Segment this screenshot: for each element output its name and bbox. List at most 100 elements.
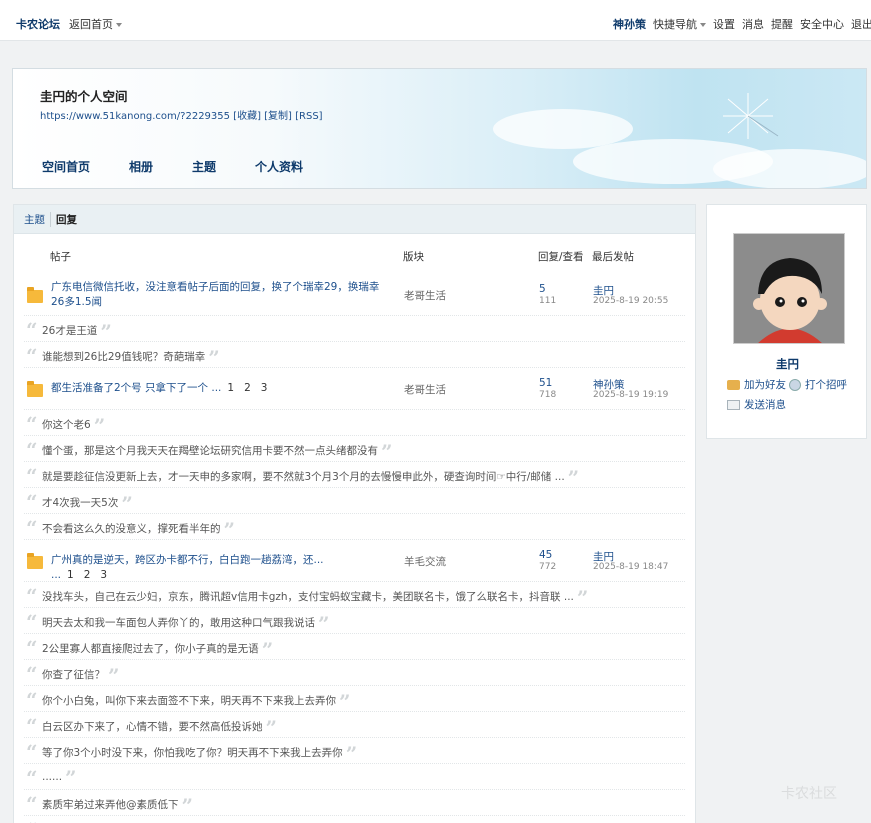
page-link[interactable]: 2: [84, 569, 91, 581]
page-link[interactable]: 3: [100, 569, 107, 581]
thread-subject: 都生活准备了2个号 只拿下了一个 ... 1 2 3: [51, 381, 391, 396]
reply-count[interactable]: 45: [539, 549, 552, 561]
page-link[interactable]: 3: [261, 382, 268, 394]
open-quote-icon: “: [26, 344, 38, 368]
profile-name[interactable]: 圭円: [707, 356, 868, 372]
forum-link[interactable]: 老哥生活: [404, 288, 446, 303]
reply-row: “你个小白兔，叫你下来去面签不下来，明天再不下来我上去弄你”: [24, 686, 685, 712]
close-quote-icon: ”: [65, 766, 77, 790]
security-center-link[interactable]: 安全中心: [800, 16, 844, 32]
open-quote-icon: “: [26, 766, 38, 790]
reply-quote-container: 没找车头，自己在云少妇，京东，腾讯超v信用卡gzh，支付宝蚂蚁宝藏卡，美团联名卡…: [42, 588, 588, 608]
thread-row: 广州真的是逆天，跨区办卡都不行，白白跑一趟荔湾，还... ... 1 2 3 羊毛交流 4…: [24, 540, 685, 582]
watermark: 卡农社区: [781, 786, 837, 802]
reply-quote-link[interactable]: 你查了征信？: [42, 669, 105, 681]
greet-icon: [789, 378, 801, 391]
pagination: 123: [67, 569, 117, 581]
reply-row: “今年早点办完，越来越严了，竟然同市跨区都限制，曹了！！”: [24, 816, 685, 823]
site-name-link[interactable]: 卡农论坛: [16, 16, 60, 32]
reply-quote-link[interactable]: 你个小白兔，叫你下来去面签不下来，明天再不下来我上去弄你: [42, 695, 336, 707]
reply-row: “你这个老6”: [24, 410, 685, 436]
page-link[interactable]: 1: [67, 569, 74, 581]
add-friend-link[interactable]: 加为好友: [744, 377, 786, 392]
tab-replies[interactable]: 回复: [51, 212, 77, 227]
reply-quote-link[interactable]: ......: [42, 771, 62, 783]
forum-link[interactable]: 羊毛交流: [404, 554, 446, 569]
reply-quote-link[interactable]: 白云区办下来了，心情不错，要不然高低投诉她: [42, 721, 263, 733]
avatar[interactable]: [733, 233, 845, 344]
home-link[interactable]: 返回首页: [69, 16, 122, 32]
reply-quote-link[interactable]: 不会看这么久的没意义，撑死看半年的: [42, 523, 221, 535]
envelope-icon: [727, 399, 740, 410]
last-post-time: 2025-8-19 18:47: [593, 562, 669, 572]
reply-row: “ 就是要趁征信没更新上去，才一天申的多家啊，要不然就3个月3个月的去慢慢申此外，…: [24, 462, 685, 488]
open-quote-icon: “: [26, 516, 38, 540]
nav-album[interactable]: 相册: [129, 158, 153, 175]
open-quote-icon: “: [26, 610, 38, 634]
reminders-link[interactable]: 提醒: [771, 16, 793, 32]
reply-quote-container: ......”: [42, 768, 77, 788]
space-banner: 圭円的个人空间 https://www.51kanong.com/?222935…: [12, 68, 867, 189]
nav-space-home[interactable]: 空间首页: [42, 158, 90, 175]
open-quote-icon: “: [26, 464, 38, 488]
pagination: 123: [227, 382, 277, 394]
thread-row: 广东电信微信托收，没注意看帖子后面的回复，换了个瑞幸29，换瑞幸26多1.5闻 老…: [24, 274, 685, 316]
username-link[interactable]: 神孙策: [613, 16, 646, 32]
close-quote-icon: ”: [265, 716, 278, 740]
space-nav: 空间首页 相册 主题 个人资料: [42, 158, 342, 175]
reply-quote-container: 不会看这么久的没意义，撑死看半年的”: [42, 520, 235, 540]
page-link[interactable]: 1: [227, 382, 234, 394]
header-post: 帖子: [50, 251, 71, 263]
reply-quote-container: 你这个老6”: [42, 416, 105, 436]
logout-link[interactable]: 退出: [851, 16, 871, 32]
nav-topics[interactable]: 主题: [192, 158, 216, 175]
chevron-down-icon: [700, 23, 706, 27]
reply-quote-container: 等了你3个小时没下来，你怕我吃了你？明天再不下来我上去弄你”: [42, 744, 357, 764]
tab-topics[interactable]: 主题: [24, 211, 51, 227]
open-quote-icon: “: [26, 714, 38, 738]
reply-row: “才4次我一天5次”: [24, 488, 685, 514]
reply-quote-link[interactable]: 26才是王道: [42, 325, 97, 337]
last-post-time: 2025-8-19 19:19: [593, 390, 669, 400]
reply-row: “懂个蛋，那是这个月我天天在羯壁论坛研究信用卡要不然一点头绪都没有”: [24, 436, 685, 462]
reply-quote-link[interactable]: 等了你3个小时没下来，你怕我吃了你？明天再不下来我上去弄你: [42, 747, 343, 759]
reply-row: “等了你3个小时没下来，你怕我吃了你？明天再不下来我上去弄你”: [24, 738, 685, 764]
reply-quote-link[interactable]: 没找车头，自己在云少妇，京东，腾讯超v信用卡gzh，支付宝蚂蚁宝藏卡，美团联名卡…: [42, 591, 574, 603]
close-quote-icon: ”: [121, 492, 133, 516]
close-quote-icon: ”: [108, 664, 120, 688]
reply-quote-link[interactable]: 谁能想到26比29值钱呢？奇葩瑞幸: [42, 351, 205, 363]
reply-quote-link[interactable]: 你这个老6: [42, 419, 91, 431]
space-url[interactable]: https://www.51kanong.com/?2229355 [收藏] […: [40, 107, 323, 122]
nav-profile[interactable]: 个人资料: [255, 158, 303, 175]
forum-link[interactable]: 老哥生活: [404, 382, 446, 397]
reply-quote-link[interactable]: 才4次我一天5次: [42, 497, 118, 509]
top-bar: 卡农论坛 返回首页 神孙策 快捷导航 设置 消息 提醒 安全中心 退出: [0, 0, 871, 41]
greet-link[interactable]: 打个招呼: [805, 377, 847, 392]
reply-count[interactable]: 51: [539, 377, 552, 389]
reply-row: “2公里寡人都直接爬过去了，你小子真的是无语”: [24, 634, 685, 660]
messages-link[interactable]: 消息: [742, 16, 764, 32]
reply-quote-link[interactable]: 懂个蛋，那是这个月我天天在羯壁论坛研究信用卡要不然一点头绪都没有: [42, 445, 378, 457]
reply-row: “你查了征信？”: [24, 660, 685, 686]
page-link[interactable]: 2: [244, 382, 251, 394]
quick-nav-menu[interactable]: 快捷导航: [653, 16, 706, 32]
reply-quote-link[interactable]: 明天去太和我一车面包人弄你丫的，敢用这种口气跟我说话: [42, 617, 315, 629]
reply-quote-link[interactable]: 就是要趁征信没更新上去，才一天申的多家啊，要不然就3个月3个月的去慢慢申此外，硬…: [42, 471, 565, 483]
reply-count[interactable]: 5: [539, 283, 546, 295]
thread-subject: 广东电信微信托收，没注意看帖子后面的回复，换了个瑞幸29，换瑞幸26多1.5闻: [51, 280, 391, 310]
close-quote-icon: ”: [339, 690, 351, 714]
reply-quote-link[interactable]: 素质牢弟过来弄他@素质低下: [42, 799, 179, 811]
cloud-decoration: [713, 149, 866, 188]
settings-link[interactable]: 设置: [713, 16, 735, 32]
reply-row: “26才是王道”: [24, 316, 685, 342]
reply-quote-link[interactable]: 2公里寡人都直接爬过去了，你小子真的是无语: [42, 643, 259, 655]
close-quote-icon: ”: [345, 742, 358, 766]
send-message-link[interactable]: 发送消息: [744, 397, 786, 412]
view-count: 718: [539, 390, 557, 400]
thread-title-link[interactable]: 都生活准备了2个号 只拿下了一个 ...: [51, 382, 221, 394]
header-last-post: 最后发帖: [592, 251, 634, 263]
thread-title-link[interactable]: 广东电信微信托收，没注意看帖子后面的回复，换了个瑞幸29，换瑞幸26多1.5闻: [51, 281, 379, 308]
close-quote-icon: ”: [181, 794, 194, 818]
quick-nav-label: 快捷导航: [653, 18, 697, 31]
reply-quote-container: 2公里寡人都直接爬过去了，你小子真的是无语”: [42, 640, 273, 660]
